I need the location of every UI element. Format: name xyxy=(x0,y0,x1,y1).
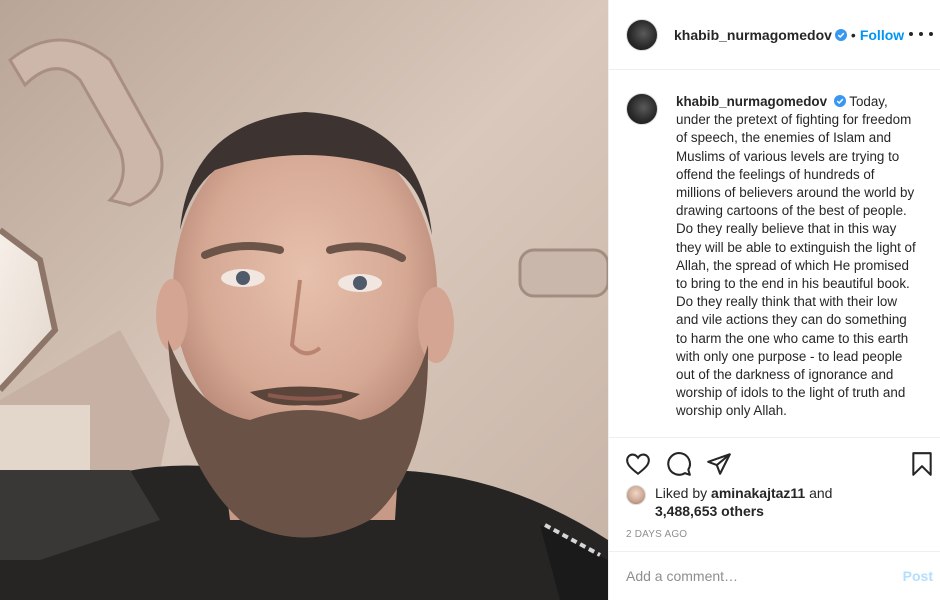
post-header: khabib_nurmagomedov • Follow xyxy=(609,0,940,70)
comment-icon[interactable] xyxy=(666,451,692,477)
header-separator: • xyxy=(850,26,856,43)
paper-plane-icon[interactable] xyxy=(706,451,732,477)
more-dot xyxy=(909,32,913,36)
more-dot xyxy=(929,32,933,36)
comment-bar: Post xyxy=(609,551,940,600)
post-comment-button[interactable]: Post xyxy=(903,568,933,584)
caption-area: khabib_nurmagomedov Today, under the pre… xyxy=(609,71,940,437)
caption-author-username[interactable]: khabib_nurmagomedov xyxy=(676,94,827,109)
caption-text: Today, under the pretext of fighting for… xyxy=(676,94,916,419)
verified-badge-icon xyxy=(834,28,847,41)
likes-summary: Liked by aminakajtaz11 and 3,488,653 oth… xyxy=(626,484,926,520)
likes-and: and xyxy=(809,485,833,501)
author-username[interactable]: khabib_nurmagomedov xyxy=(674,27,832,43)
heart-icon[interactable] xyxy=(625,451,651,477)
likes-others-link[interactable]: 3,488,653 others xyxy=(655,503,764,519)
post-photo-illustration xyxy=(0,0,608,600)
follow-button[interactable]: Follow xyxy=(860,27,904,43)
post-timestamp[interactable]: 2 DAYS AGO xyxy=(626,529,687,540)
more-dot xyxy=(919,32,923,36)
liker-username[interactable]: aminakajtaz11 xyxy=(711,485,805,501)
post-photo[interactable] xyxy=(0,0,608,600)
liker-avatar[interactable] xyxy=(626,485,646,505)
action-bar xyxy=(609,437,940,489)
post-caption: khabib_nurmagomedov Today, under the pre… xyxy=(676,93,920,437)
likes-prefix: Liked by xyxy=(655,485,708,501)
author-avatar[interactable] xyxy=(626,18,658,51)
likes-text: Liked by aminakajtaz11 and 3,488,653 oth… xyxy=(655,484,832,520)
bookmark-icon[interactable] xyxy=(909,451,935,477)
caption-author-avatar[interactable] xyxy=(626,93,658,125)
more-options-icon[interactable] xyxy=(909,26,933,42)
verified-badge-icon xyxy=(833,95,846,107)
comment-input[interactable] xyxy=(626,568,903,584)
post-side-panel: khabib_nurmagomedov • Follow khabib_nurm… xyxy=(608,0,940,600)
